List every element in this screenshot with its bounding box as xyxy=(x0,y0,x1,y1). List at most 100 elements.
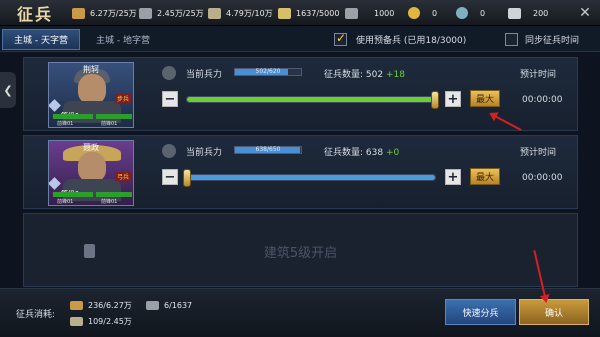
resource-iron: 2.45万/25万 xyxy=(139,6,204,20)
collapse-tab[interactable]: ❮ xyxy=(0,72,16,108)
stone-icon xyxy=(70,316,83,326)
tab-dizi-camp[interactable]: 主城 - 地字营 xyxy=(84,29,162,50)
resource-gold: 0 xyxy=(408,6,437,20)
stat-text: 前锋01 xyxy=(101,199,118,205)
iron-icon xyxy=(139,7,152,19)
stone-icon xyxy=(208,7,221,19)
general-portrait[interactable]: 聂政 弓兵 等级1 前锋01 前锋01 xyxy=(48,140,134,206)
stat-bar xyxy=(53,114,93,119)
count-value: 502 xyxy=(365,70,384,80)
stat-text: 前锋01 xyxy=(57,121,74,127)
conscription-slot: 荆轲 步兵 等级1 前锋01 前锋01 当前兵力 502/620 征兵数量: 5… xyxy=(23,57,578,131)
troop-icon xyxy=(162,66,176,80)
decrease-button[interactable]: − xyxy=(162,91,178,107)
troop-strength-bar: 638/650 xyxy=(234,146,302,154)
estimated-time-value: 00:00:00 xyxy=(522,95,563,105)
count-delta: +18 xyxy=(385,70,405,80)
estimated-time-label: 预计时间 xyxy=(520,148,557,158)
unit-type-badge: 步兵 xyxy=(114,94,131,103)
conscript-slider[interactable] xyxy=(186,91,439,109)
face-shape xyxy=(78,152,106,182)
resource-jade: 0 xyxy=(456,6,485,20)
resource-value: 2.45万/25万 xyxy=(157,8,204,18)
locked-slot-text: 建筑5级开启 xyxy=(263,246,338,261)
slider-fill xyxy=(187,175,435,180)
stat-text: 前锋01 xyxy=(57,199,74,205)
tool-icon xyxy=(345,7,358,19)
estimated-time-value: 00:00:00 xyxy=(522,173,563,183)
stat-bar xyxy=(96,114,132,119)
chevron-left-icon: ❮ xyxy=(3,83,13,97)
footer-bar: 征兵消耗: 236/6.27万 6/1637 109/2.45万 快速分兵 确认 xyxy=(0,288,600,337)
close-button[interactable]: ✕ xyxy=(574,2,596,24)
resource-tool: 1000 xyxy=(345,6,394,20)
tab-tianzi-camp[interactable]: 主城 - 天字营 xyxy=(2,29,80,50)
estimated-time-label: 预计时间 xyxy=(520,70,557,80)
cost-wood: 236/6.27万 xyxy=(70,299,132,311)
page-title: 征兵 xyxy=(16,5,53,24)
cost-value: 236/6.27万 xyxy=(88,300,132,310)
count-label: 征兵数量: xyxy=(324,70,364,80)
cost-value: 6/1637 xyxy=(164,300,193,310)
locked-slot: 建筑5级开启 xyxy=(23,213,578,287)
slider-handle[interactable] xyxy=(183,169,191,187)
quick-split-button[interactable]: 快速分兵 xyxy=(445,299,516,325)
grain-icon xyxy=(278,7,291,19)
general-name: 荆轲 xyxy=(83,65,99,74)
resource-value: 1000 xyxy=(374,8,395,18)
resource-value: 200 xyxy=(533,8,549,18)
resource-bar: 征兵 6.27万/25万 2.45万/25万 4.79万/10万 1637/50… xyxy=(0,0,600,26)
troop-strength-text: 638/650 xyxy=(255,146,281,153)
resource-wood: 6.27万/25万 xyxy=(72,6,137,20)
troop-label: 当前兵力 xyxy=(186,70,223,80)
conscript-count: 征兵数量: 502 +18 xyxy=(324,67,405,80)
minus-icon: − xyxy=(164,169,176,185)
count-label: 征兵数量: xyxy=(324,148,364,158)
use-reserve-label: 使用预备兵 (已用18/3000) xyxy=(356,36,467,46)
stat-bar xyxy=(96,192,132,197)
conscript-slider[interactable] xyxy=(183,169,436,187)
resource-silver: 200 xyxy=(508,6,548,20)
slider-fill xyxy=(187,97,435,102)
wood-icon xyxy=(70,300,83,310)
conscription-slot: 聂政 弓兵 等级1 前锋01 前锋01 当前兵力 638/650 征兵数量: 6… xyxy=(23,135,578,209)
resource-value: 0 xyxy=(432,8,438,18)
use-reserve-checkbox[interactable] xyxy=(334,31,347,46)
confirm-button[interactable]: 确认 xyxy=(519,299,589,325)
resource-grain: 1637/5000 xyxy=(278,6,339,20)
rank-icon xyxy=(49,99,61,112)
troop-strength-text: 502/620 xyxy=(255,68,281,75)
slider-handle[interactable] xyxy=(431,91,439,109)
max-button[interactable]: 最大 xyxy=(470,90,500,107)
plus-icon: + xyxy=(447,169,459,185)
consume-label: 征兵消耗: xyxy=(16,310,56,320)
troop-strength-bar: 502/620 xyxy=(234,68,302,76)
cost-value: 109/2.45万 xyxy=(88,316,132,326)
max-button[interactable]: 最大 xyxy=(470,168,500,185)
troop-label: 当前兵力 xyxy=(186,148,223,158)
minus-icon: − xyxy=(164,91,176,107)
tab-bar: 主城 - 天字营 主城 - 地字营 使用预备兵 (已用18/3000) 同步征兵… xyxy=(0,26,600,52)
face-shape xyxy=(78,74,106,104)
close-icon: ✕ xyxy=(579,5,591,21)
decrease-button[interactable]: − xyxy=(162,169,178,185)
increase-button[interactable]: + xyxy=(445,169,461,185)
jade-icon xyxy=(456,7,468,19)
count-delta: +0 xyxy=(385,148,400,158)
resource-value: 1637/5000 xyxy=(296,8,340,18)
stat-bar xyxy=(53,192,93,197)
resource-value: 6.27万/25万 xyxy=(90,8,137,18)
conscript-count: 征兵数量: 638 +0 xyxy=(324,145,399,158)
silver-ingot-icon xyxy=(508,7,521,19)
resource-stone: 4.79万/10万 xyxy=(208,6,273,20)
sync-time-checkbox[interactable] xyxy=(505,33,518,46)
wood-icon xyxy=(72,7,85,19)
resource-value: 4.79万/10万 xyxy=(226,8,273,18)
iron-icon xyxy=(146,300,159,310)
unit-type-badge: 弓兵 xyxy=(114,172,131,181)
general-portrait[interactable]: 荆轲 步兵 等级1 前锋01 前锋01 xyxy=(48,62,134,128)
increase-button[interactable]: + xyxy=(445,91,461,107)
troop-icon xyxy=(162,144,176,158)
cost-iron: 6/1637 xyxy=(146,299,192,311)
resource-value: 0 xyxy=(480,8,486,18)
